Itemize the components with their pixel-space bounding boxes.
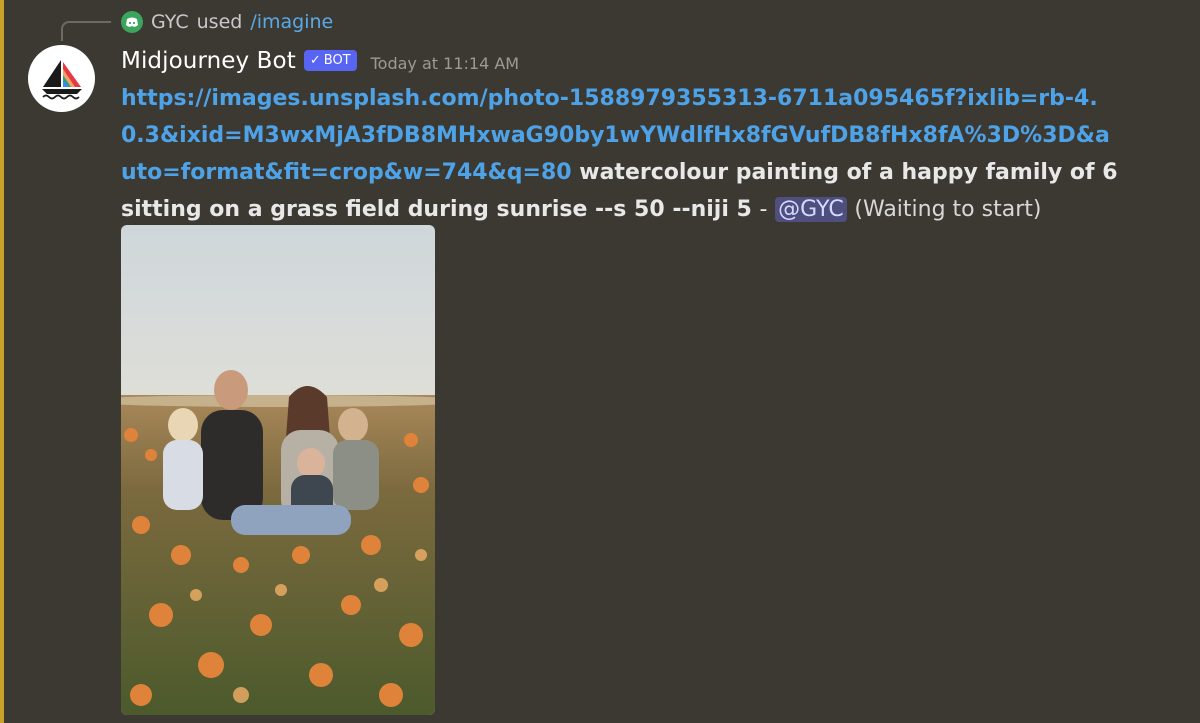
- message-content: https://images.unsplash.com/photo-158897…: [121, 80, 1121, 228]
- message-header: Midjourney Bot ✓ BOT Today at 11:14 AM: [121, 44, 519, 78]
- bot-badge: ✓ BOT: [303, 49, 357, 71]
- author-username[interactable]: Midjourney Bot: [121, 48, 296, 74]
- family-photo-image[interactable]: [121, 225, 435, 715]
- reply-used-text: used: [196, 11, 243, 33]
- reply-username[interactable]: GYC: [151, 8, 189, 36]
- sailboat-logo-icon[interactable]: [28, 45, 95, 112]
- discord-avatar-icon: [121, 11, 143, 33]
- reply-command[interactable]: /imagine: [250, 8, 333, 36]
- bot-badge-label: BOT: [323, 52, 351, 68]
- message-timestamp[interactable]: Today at 11:14 AM: [371, 54, 519, 73]
- checkmark-icon: ✓: [309, 52, 321, 68]
- reply-context[interactable]: GYC used /imagine: [121, 8, 333, 36]
- user-mention[interactable]: @GYC: [775, 197, 847, 222]
- highlight-accent-bar: [0, 0, 4, 723]
- status-text: (Waiting to start): [854, 197, 1042, 222]
- reply-connector-line: [61, 21, 111, 41]
- separator-text: -: [759, 197, 768, 222]
